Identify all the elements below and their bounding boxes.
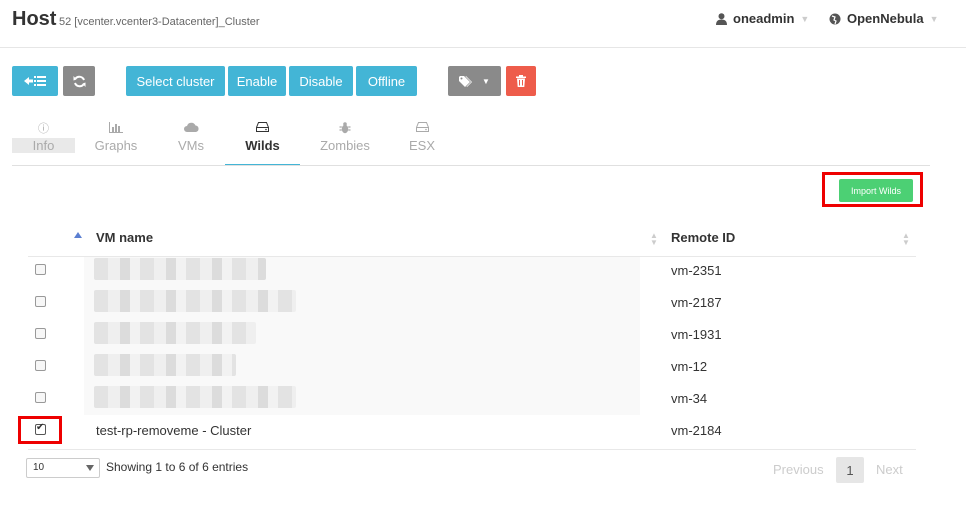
page-subtitle: 52 [vcenter.vcenter3-Datacenter]_Cluster (59, 16, 260, 28)
chevron-down-icon (86, 465, 94, 471)
refresh-icon (73, 75, 85, 87)
remote-id-cell: vm-2351 (671, 263, 722, 278)
globe-icon (829, 13, 841, 24)
offline-button[interactable]: Offline (356, 66, 417, 96)
next-page-button[interactable]: Next (876, 462, 903, 477)
tab-esx[interactable]: ESX (396, 122, 448, 166)
enable-button[interactable]: Enable (228, 66, 286, 96)
row-checkbox[interactable] (35, 328, 46, 339)
checkbox-highlight (18, 416, 62, 444)
user-name: oneadmin (733, 11, 795, 26)
remote-id-cell: vm-1931 (671, 327, 722, 342)
table-row[interactable]: test-rp-removeme - Cluster vm-2184 (28, 415, 916, 447)
chevron-down-icon: ▼ (929, 13, 939, 24)
user-icon (716, 12, 727, 25)
redacted-vm-name (94, 386, 296, 408)
hdd-icon (396, 122, 448, 136)
row-checkbox[interactable] (35, 360, 46, 371)
tab-label: Zombies (320, 138, 370, 153)
table-row[interactable]: vm-34 (28, 383, 916, 415)
redacted-vm-name (94, 322, 256, 344)
tab-label: Wilds (245, 138, 280, 153)
chevron-down-icon: ▼ (482, 76, 490, 86)
back-list-icon (24, 76, 46, 86)
page-title: Host (12, 8, 57, 30)
tab-vms[interactable]: VMs (160, 122, 222, 166)
delete-button[interactable] (506, 66, 536, 96)
refresh-button[interactable] (63, 66, 95, 96)
page-header: Host 52 [vcenter.vcenter3-Datacenter]_Cl… (0, 0, 966, 48)
bar-chart-icon (85, 122, 147, 136)
tab-zombies[interactable]: Zombies (312, 122, 378, 166)
table-row[interactable]: vm-1931 (28, 319, 916, 351)
tab-wilds[interactable]: Wilds (225, 122, 300, 166)
tab-label: ESX (408, 138, 435, 153)
tab-label: Info (12, 138, 75, 153)
redacted-vm-name (94, 354, 236, 376)
back-button[interactable] (12, 66, 58, 96)
trash-icon (516, 75, 526, 87)
info-icon: ⓘ (38, 123, 49, 135)
sort-ascending-icon (74, 232, 82, 238)
table-footer-divider (28, 449, 916, 450)
vm-name-cell: test-rp-removeme - Cluster (96, 423, 252, 438)
tab-info[interactable]: ⓘ Info (12, 122, 75, 166)
tab-label: VMs (178, 138, 204, 153)
redacted-vm-name (94, 290, 296, 312)
sort-icon: ▲ ▼ (650, 231, 658, 247)
entries-info: Showing 1 to 6 of 6 entries (106, 460, 249, 474)
bug-icon (312, 122, 378, 136)
page-size-value: 10 (33, 462, 45, 473)
zone-menu[interactable]: OpenNebula ▼ (829, 11, 939, 26)
previous-page-button[interactable]: Previous (773, 462, 824, 477)
remote-id-cell: vm-34 (671, 391, 708, 406)
chevron-down-icon: ▼ (800, 13, 810, 24)
remote-id-cell: vm-12 (671, 359, 708, 374)
column-header-vm-name[interactable]: VM name (96, 230, 153, 245)
select-cluster-button[interactable]: Select cluster (126, 66, 225, 96)
row-checkbox[interactable] (35, 392, 46, 403)
zone-name: OpenNebula (847, 11, 924, 26)
table-row[interactable]: vm-2187 (28, 287, 916, 319)
user-menu[interactable]: oneadmin ▼ (716, 11, 809, 26)
column-header-remote-id[interactable]: Remote ID (671, 230, 735, 245)
row-checkbox[interactable] (35, 296, 46, 307)
labels-dropdown-button[interactable]: ▼ (448, 66, 501, 96)
tab-label: Graphs (94, 138, 138, 153)
import-wilds-button[interactable]: Import Wilds (839, 179, 913, 202)
row-checkbox[interactable] (35, 264, 46, 275)
page-size-select[interactable]: 10 (26, 458, 100, 478)
tab-graphs[interactable]: Graphs (85, 122, 147, 166)
current-page-button[interactable]: 1 (836, 457, 864, 483)
table-row[interactable]: vm-2351 (28, 255, 916, 287)
disable-button[interactable]: Disable (289, 66, 353, 96)
sort-icon: ▲ ▼ (902, 231, 910, 247)
cloud-icon (160, 122, 222, 136)
hdd-icon (225, 122, 300, 136)
tabs-divider (12, 165, 930, 166)
redacted-vm-name (94, 258, 266, 280)
remote-id-cell: vm-2187 (671, 295, 722, 310)
tags-icon (459, 75, 473, 87)
remote-id-cell: vm-2184 (671, 423, 722, 438)
table-row[interactable]: vm-12 (28, 351, 916, 383)
